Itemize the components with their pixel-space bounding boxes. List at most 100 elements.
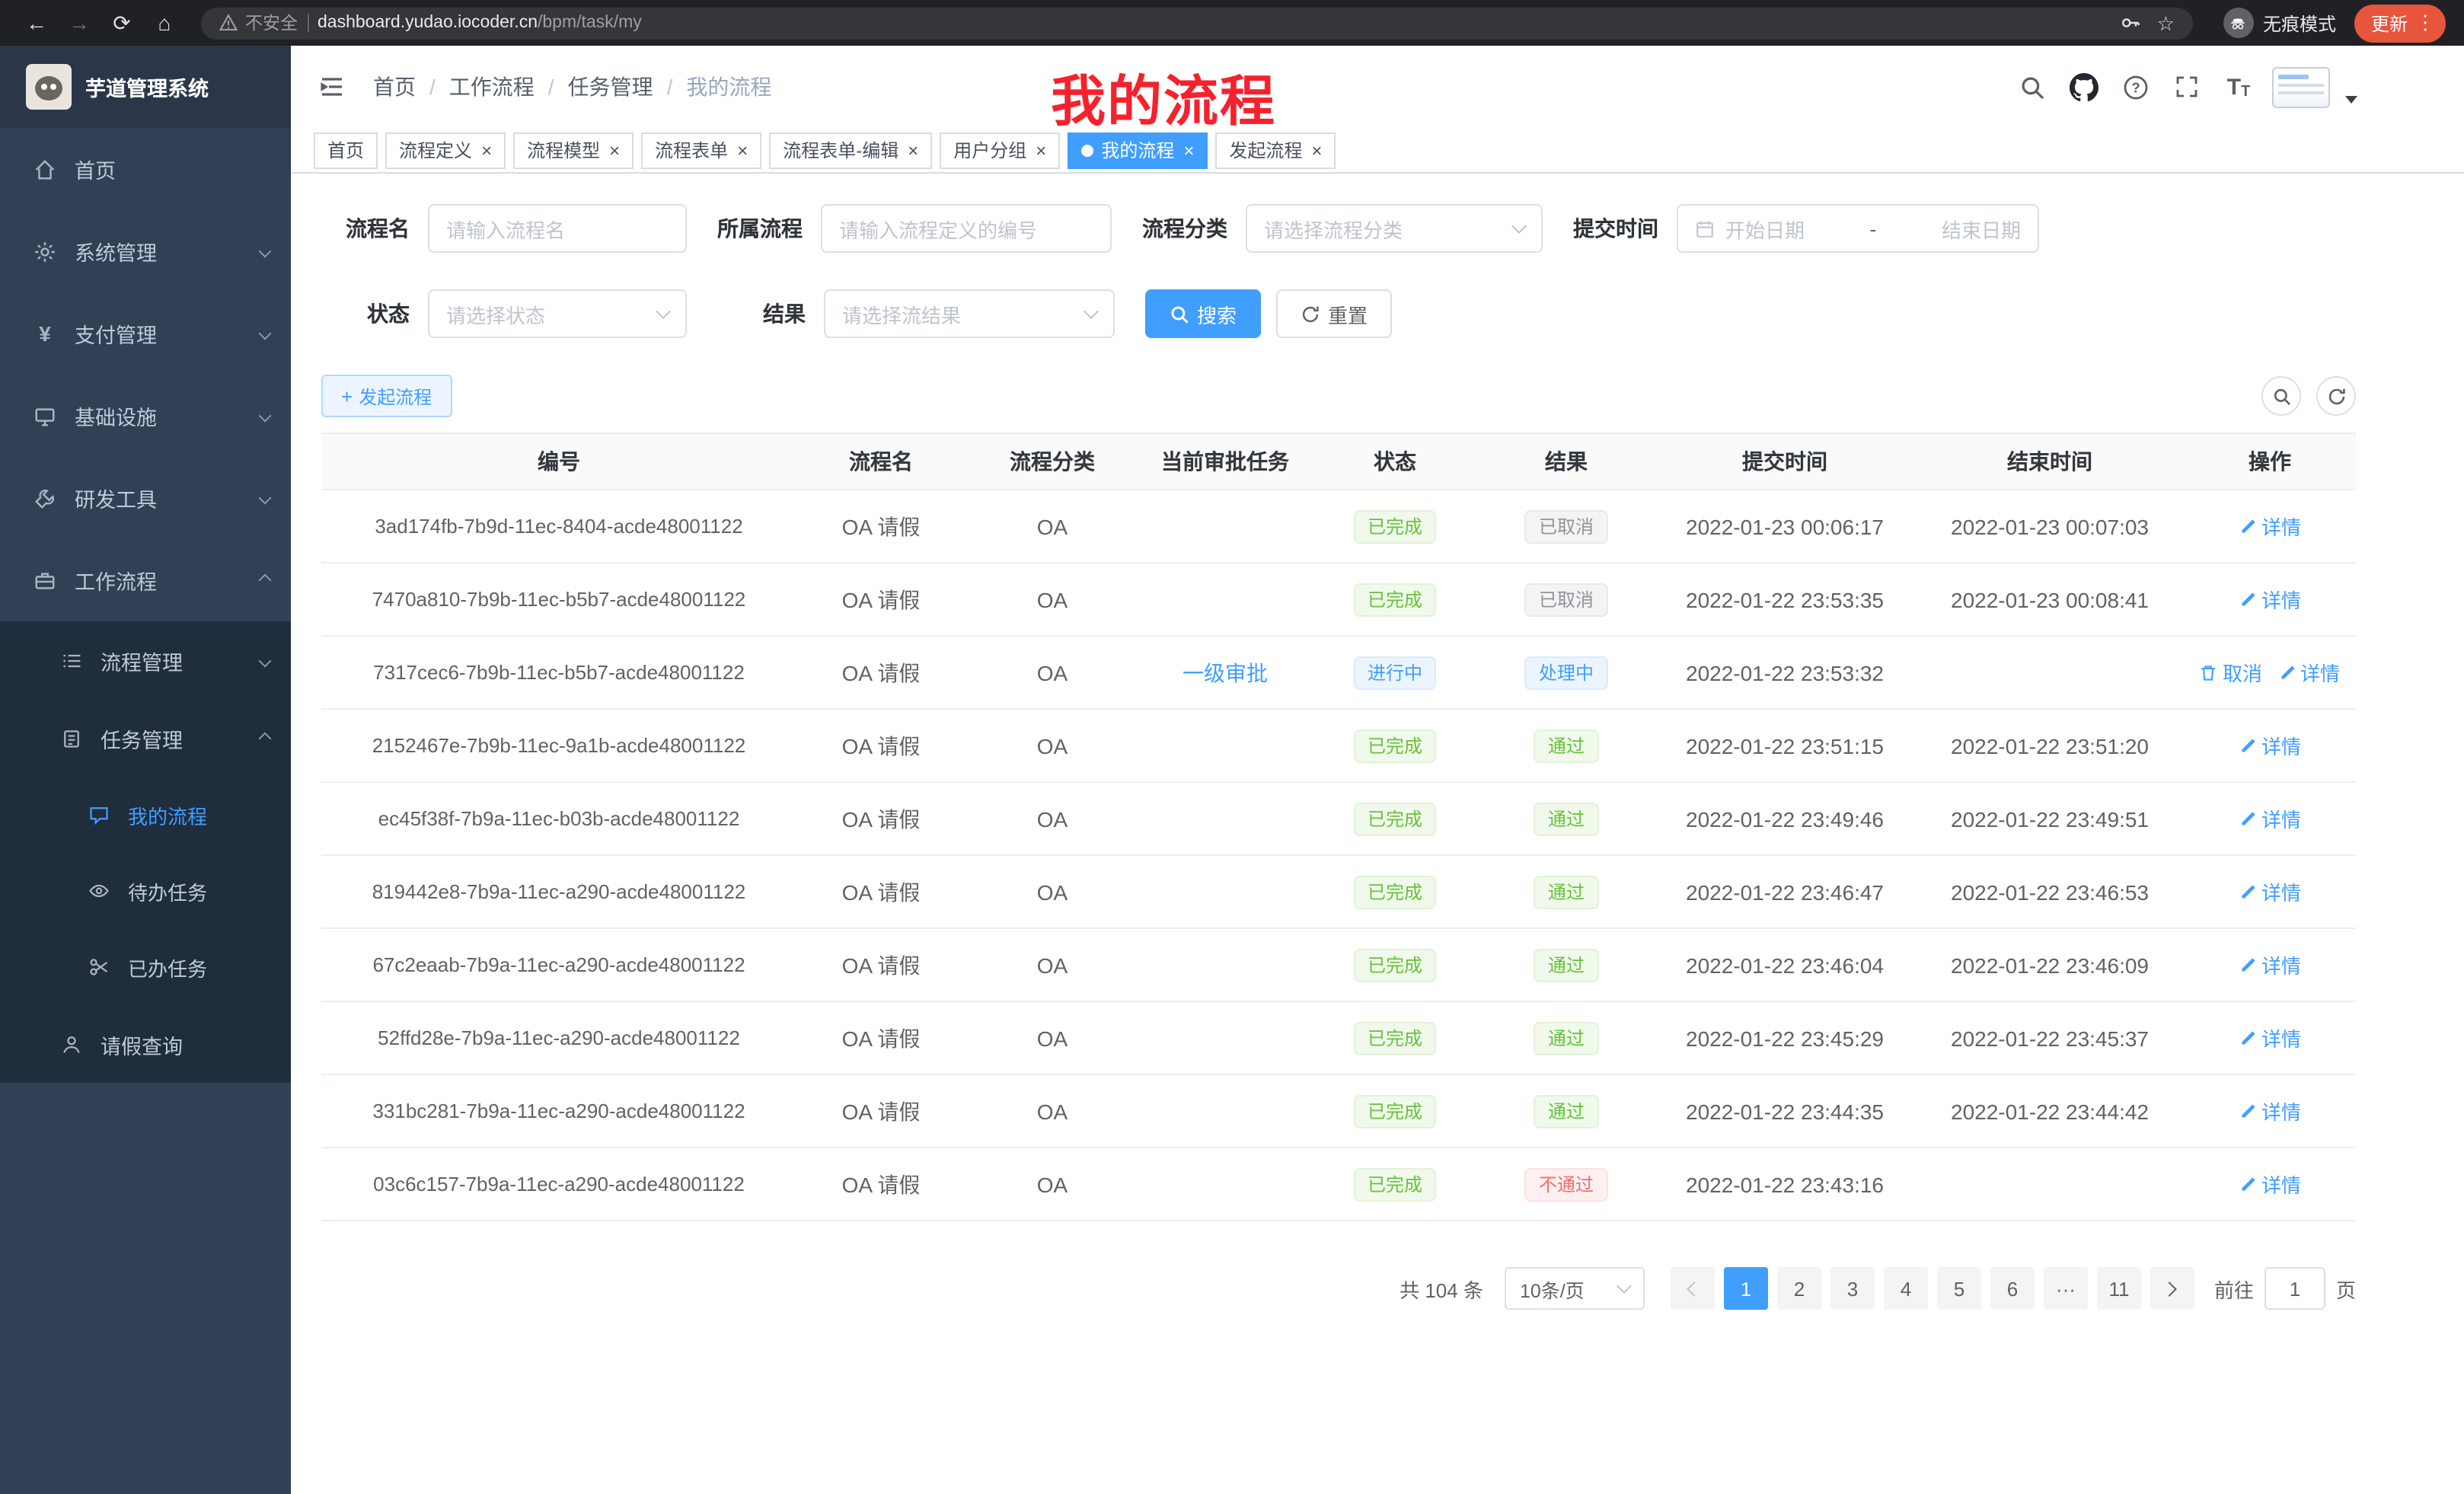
github-icon[interactable]: [2065, 69, 2102, 105]
page-button-11[interactable]: 11: [2097, 1267, 2141, 1310]
tab-process-form-edit[interactable]: 流程表单-编辑×: [769, 132, 932, 168]
gear-icon: [32, 240, 58, 263]
tab-start-process[interactable]: 发起流程×: [1215, 132, 1336, 168]
result-select[interactable]: 请选择流结果: [824, 289, 1115, 338]
goto-page-input[interactable]: 1: [2265, 1267, 2325, 1310]
workflow-submenu: 流程管理 任务管理 我的流程 待办任务: [0, 621, 291, 1083]
category-select[interactable]: 请选择流程分类: [1246, 204, 1543, 253]
tab-my-process[interactable]: 我的流程×: [1068, 132, 1208, 168]
edit-icon: [2239, 1029, 2257, 1047]
detail-link[interactable]: 详情: [2239, 877, 2301, 906]
tab-process-form[interactable]: 流程表单×: [641, 132, 761, 168]
sidebar-item-pay[interactable]: ¥ 支付管理: [0, 292, 291, 375]
sidebar-item-workflow[interactable]: 工作流程: [0, 539, 291, 621]
home-button[interactable]: ⌂: [146, 5, 183, 41]
detail-link[interactable]: 详情: [2239, 1170, 2301, 1199]
tab-user-group[interactable]: 用户分组×: [940, 132, 1060, 168]
result-badge: 已取消: [1525, 583, 1607, 616]
edit-icon: [2239, 809, 2257, 828]
sidebar-item-task-mgmt[interactable]: 任务管理: [0, 699, 291, 777]
sidebar-item-devtool[interactable]: 研发工具: [0, 457, 291, 539]
pagination: 共 104 条 10条/页 1 2 3 4 5 6 ··· 11 前往 1 页: [321, 1267, 2356, 1310]
date-range-picker[interactable]: 开始日期 - 结束日期: [1677, 204, 2039, 253]
bookmark-star-icon[interactable]: ☆: [2157, 13, 2175, 33]
create-process-button[interactable]: + 发起流程: [321, 375, 452, 417]
sidebar-item-home[interactable]: 首页: [0, 128, 291, 210]
process-definition-input[interactable]: 请输入流程定义的编号: [821, 204, 1112, 253]
tab-home[interactable]: 首页: [314, 132, 378, 168]
page-size-select[interactable]: 10条/页: [1505, 1267, 1645, 1310]
col-actions: 操作: [2184, 446, 2356, 477]
table-header: 编号 流程名 流程分类 当前审批任务 状态 结果 提交时间 结束时间 操作: [321, 433, 2356, 490]
page-unit-label: 页: [2336, 1274, 2356, 1303]
page-button-4[interactable]: 4: [1884, 1267, 1928, 1310]
breadcrumb-workflow[interactable]: 工作流程: [449, 72, 535, 102]
refresh-table-button[interactable]: [2316, 376, 2356, 416]
page-button-2[interactable]: 2: [1777, 1267, 1821, 1310]
cancel-link[interactable]: 取消: [2200, 658, 2262, 687]
sidebar-item-my-process[interactable]: 我的流程: [0, 777, 291, 853]
tab-process-model[interactable]: 流程模型×: [513, 132, 634, 168]
back-button[interactable]: ←: [18, 5, 55, 41]
sidebar-item-leave-query[interactable]: 请假查询: [0, 1005, 291, 1083]
reset-button[interactable]: 重置: [1276, 289, 1392, 338]
col-status: 状态: [1311, 446, 1479, 477]
browser-update-menu-button[interactable]: 更新 ⋮: [2354, 4, 2446, 42]
help-icon[interactable]: ?: [2117, 69, 2153, 105]
page-button-1[interactable]: 1: [1724, 1267, 1768, 1310]
page-button-3[interactable]: 3: [1830, 1267, 1875, 1310]
close-icon[interactable]: ×: [737, 141, 748, 159]
sidebar-item-todo-task[interactable]: 待办任务: [0, 853, 291, 929]
close-icon[interactable]: ×: [609, 141, 620, 159]
detail-link[interactable]: 详情: [2239, 585, 2301, 614]
sidebar-item-system[interactable]: 系统管理: [0, 210, 291, 292]
range-separator: -: [1805, 217, 1942, 240]
more-pages-button[interactable]: ···: [2044, 1267, 2088, 1310]
process-name-input[interactable]: 请输入流程名: [428, 204, 687, 253]
detail-link[interactable]: 详情: [2239, 512, 2301, 541]
edit-icon: [2277, 663, 2296, 682]
detail-link[interactable]: 详情: [2239, 731, 2301, 760]
font-size-icon[interactable]: TT: [2220, 69, 2257, 105]
url-text: dashboard.yudao.iocoder.cn/bpm/task/my: [318, 14, 642, 32]
password-key-icon[interactable]: [2121, 12, 2142, 34]
hide-search-toggle-button[interactable]: [2261, 376, 2301, 416]
close-icon[interactable]: ×: [481, 141, 492, 159]
search-button[interactable]: 搜索: [1145, 289, 1261, 338]
tab-process-definition[interactable]: 流程定义×: [385, 132, 506, 168]
breadcrumb-home[interactable]: 首页: [373, 72, 416, 102]
table-row: 7470a810-7b9b-11ec-b5b7-acde48001122 OA …: [321, 563, 2356, 637]
detail-link[interactable]: 详情: [2239, 1023, 2301, 1052]
detail-link[interactable]: 详情: [2239, 1097, 2301, 1125]
sidebar-item-process-mgmt[interactable]: 流程管理: [0, 621, 291, 699]
breadcrumb-current: 我的流程: [686, 72, 771, 102]
detail-link[interactable]: 详情: [2239, 950, 2301, 979]
sidebar-item-done-task[interactable]: 已办任务: [0, 929, 291, 1005]
close-icon[interactable]: ×: [1036, 141, 1046, 159]
page-button-6[interactable]: 6: [1990, 1267, 2035, 1310]
reload-button[interactable]: ⟳: [104, 5, 140, 41]
fullscreen-icon[interactable]: [2169, 69, 2205, 105]
breadcrumb-task-mgmt[interactable]: 任务管理: [568, 72, 653, 102]
next-page-button[interactable]: [2150, 1267, 2194, 1310]
avatar[interactable]: [2272, 66, 2330, 107]
status-select[interactable]: 请选择状态: [428, 289, 687, 338]
close-icon[interactable]: ×: [908, 141, 918, 159]
current-task-link[interactable]: 一级审批: [1183, 657, 1268, 688]
detail-link[interactable]: 详情: [2239, 804, 2301, 833]
page-content: 流程名 请输入流程名 所属流程 请输入流程定义的编号 流程分类 请选择流程分类 …: [291, 174, 2464, 1494]
page-button-5[interactable]: 5: [1937, 1267, 1981, 1310]
user-menu-caret-icon[interactable]: [2345, 95, 2357, 103]
not-secure-warning[interactable]: 不安全: [219, 11, 298, 35]
forward-button[interactable]: →: [61, 5, 97, 41]
detail-link[interactable]: 详情: [2277, 658, 2340, 687]
close-icon[interactable]: ×: [1311, 141, 1322, 159]
table-row: 3ad174fb-7b9d-11ec-8404-acde48001122 OA …: [321, 490, 2356, 563]
sidebar-collapse-button[interactable]: [315, 70, 349, 104]
address-bar[interactable]: 不安全 dashboard.yudao.iocoder.cn/bpm/task/…: [201, 7, 2193, 39]
sidebar-item-infra[interactable]: 基础设施: [0, 375, 291, 457]
search-icon[interactable]: [2013, 69, 2050, 105]
svg-text:?: ?: [2130, 79, 2139, 94]
close-icon[interactable]: ×: [1183, 141, 1194, 159]
prev-page-button[interactable]: [1671, 1267, 1715, 1310]
